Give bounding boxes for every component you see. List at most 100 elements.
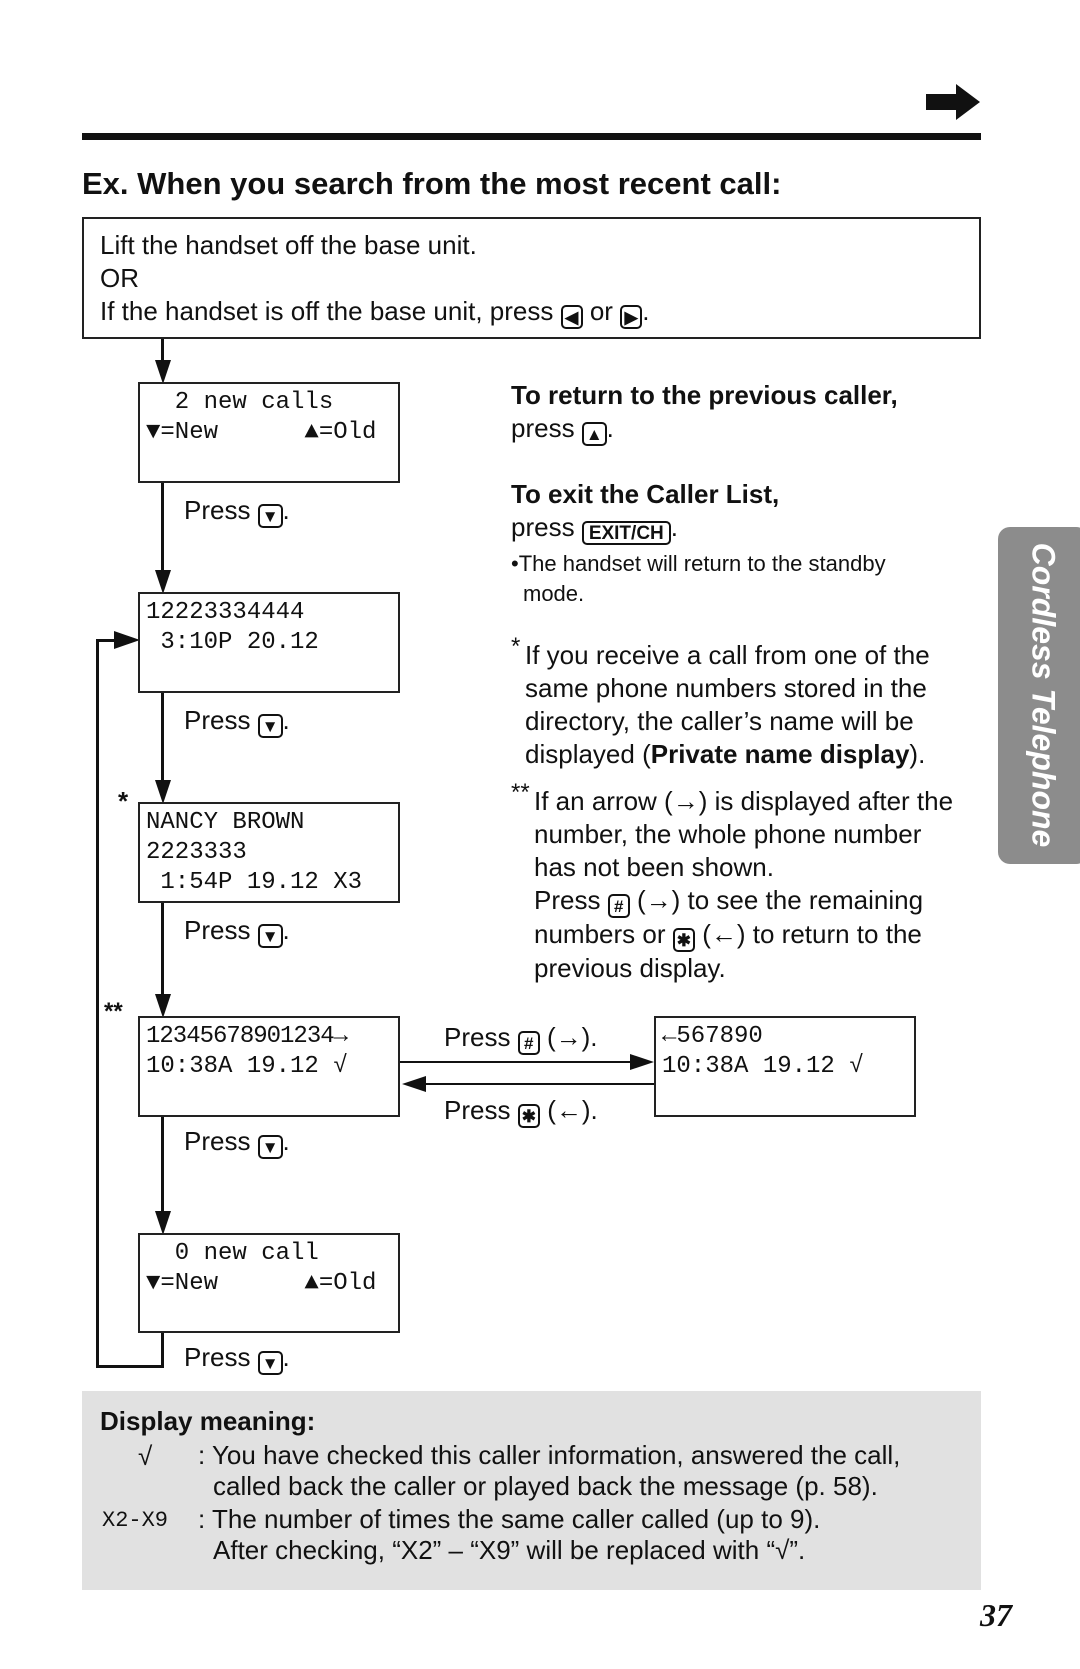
note-line: same phone numbers stored in the xyxy=(525,673,927,703)
down-key-icon: ▼ xyxy=(257,1135,283,1159)
text: (←) to return to the xyxy=(702,919,922,949)
screen-new-calls: 2 new calls ▼=New ▲=Old xyxy=(138,382,400,483)
screen-caller-1: 12223334444 3:10P 20.12 xyxy=(138,592,400,693)
flow-line xyxy=(161,692,164,787)
down-key-icon: ▼ xyxy=(257,924,283,948)
star-key-icon: ✱ xyxy=(517,1104,540,1128)
count-symbol: X2-X9 xyxy=(102,1508,169,1533)
note-1: * If you receive a call from one of the … xyxy=(511,633,981,771)
lcd-line: 12345678901234→ xyxy=(146,1023,348,1050)
start-line-1: Lift the handset off the base unit. xyxy=(100,230,477,260)
star-key-icon: ✱ xyxy=(672,928,695,952)
note-2: ** If an arrow (→) is displayed after th… xyxy=(511,779,981,985)
text: numbers or xyxy=(534,919,666,949)
side-tab-label: Cordless Telephone xyxy=(1025,542,1062,848)
note-line: Press # (→) to see the remaining xyxy=(534,884,981,918)
flow-line xyxy=(161,902,164,1002)
page-title: Ex. When you search from the most recent… xyxy=(82,166,782,201)
meaning-count: X2-X9 : The number of times the same cal… xyxy=(100,1504,963,1568)
text: Press xyxy=(184,1126,251,1156)
flow-line xyxy=(161,1332,164,1368)
screen-caller-2: NANCY BROWN 2223333 1:54P 19.12 X3 xyxy=(138,802,400,903)
footnote-marker: ** xyxy=(511,779,530,806)
page-number: 37 xyxy=(980,1597,1012,1633)
press-down-instruction: Press ▼. xyxy=(184,1342,290,1375)
return-title: To return to the previous caller, xyxy=(511,380,898,410)
exit-title: To exit the Caller List, xyxy=(511,479,780,509)
meaning-text: called back the caller or played back th… xyxy=(213,1471,878,1501)
down-key-icon: ▼ xyxy=(257,1351,283,1375)
lcd-line: NANCY BROWN xyxy=(146,809,305,836)
note-line: If you receive a call from one of the xyxy=(525,640,930,670)
meaning-check: √ : You have checked this caller informa… xyxy=(100,1440,963,1504)
press-down-instruction: Press ▼. xyxy=(184,495,290,528)
arrow-down-icon xyxy=(155,570,171,594)
arrow-down-icon xyxy=(155,780,171,804)
text: Private name display xyxy=(650,739,910,769)
arrow-down-icon xyxy=(155,360,171,384)
press-down-instruction: Press ▼. xyxy=(184,915,290,948)
press-down-instruction: Press ▼. xyxy=(184,1126,290,1159)
text: (→). xyxy=(546,1022,598,1052)
display-meaning-box: Display meaning: √ : You have checked th… xyxy=(82,1391,981,1590)
lcd-line: 2 new calls xyxy=(146,389,334,416)
right-notes: To return to the previous caller, press … xyxy=(511,379,981,985)
up-key-icon: ▲ xyxy=(581,422,607,446)
manual-page: Ex. When you search from the most recent… xyxy=(0,0,1080,1669)
start-line-3: If the handset is off the base unit, pre… xyxy=(100,296,650,329)
text: Press xyxy=(444,1022,511,1052)
note-line: has not been shown. xyxy=(534,852,774,882)
text: ). xyxy=(909,739,926,769)
start-box: Lift the handset off the base unit. OR I… xyxy=(82,217,981,339)
lcd-line: 10:38A 19.12 √ xyxy=(146,1053,348,1080)
footnote-marker: ** xyxy=(104,998,123,1025)
note-line: displayed (Private name display). xyxy=(525,738,981,771)
screen-caller-3: 12345678901234→ 10:38A 19.12 √ xyxy=(138,1016,400,1117)
lcd-line: 2223333 xyxy=(146,839,247,866)
down-key-icon: ▼ xyxy=(257,504,283,528)
note-line: directory, the caller’s name will be xyxy=(525,706,914,736)
meaning-text: After checking, “X2” – “X9” will be repl… xyxy=(213,1535,806,1565)
meaning-text: : The number of times the same caller ca… xyxy=(198,1504,821,1534)
press-down-instruction: Press ▼. xyxy=(184,705,290,738)
exit-ch-key-icon: EXIT/CH xyxy=(581,521,671,545)
lcd-line: ←567890 xyxy=(662,1023,763,1050)
section-side-tab: Cordless Telephone xyxy=(998,527,1080,864)
text: Press xyxy=(184,1342,251,1372)
screen-no-new-calls: 0 new call ▼=New ▲=Old xyxy=(138,1233,400,1333)
screen-remaining-digits: ←567890 10:38A 19.12 √ xyxy=(654,1016,916,1117)
text: (←). xyxy=(547,1095,598,1125)
lcd-line: ▼=New ▲=Old xyxy=(146,419,377,446)
text: displayed ( xyxy=(525,739,651,769)
lcd-line: 12223334444 xyxy=(146,599,305,626)
text: or xyxy=(589,296,613,326)
right-key-icon: ▶ xyxy=(620,305,643,329)
display-meaning-title: Display meaning: xyxy=(100,1406,316,1436)
lcd-line: 10:38A 19.12 √ xyxy=(662,1053,864,1080)
top-rule xyxy=(82,133,981,140)
note-line: numbers or ✱ (←) to return to the xyxy=(534,918,981,952)
start-line-2: OR xyxy=(100,263,139,293)
text: press xyxy=(511,512,575,542)
arrow-down-icon xyxy=(155,1211,171,1235)
lcd-line: 0 new call xyxy=(146,1240,319,1267)
meaning-text: : You have checked this caller informati… xyxy=(198,1440,901,1470)
footnote-marker: * xyxy=(118,786,129,816)
text: press xyxy=(511,413,575,443)
arrow-right-icon xyxy=(114,631,140,649)
press-star-instruction: Press ✱ (←). xyxy=(444,1094,598,1128)
loop-line xyxy=(96,1365,164,1368)
note-line: If an arrow (→) is displayed after the xyxy=(534,786,954,816)
footnote-marker: * xyxy=(511,633,521,660)
continue-arrow-icon xyxy=(926,84,980,120)
return-instruction: press ▲. xyxy=(511,413,614,446)
hash-key-icon: # xyxy=(607,894,630,918)
forward-back-arrows-icon xyxy=(400,1054,654,1092)
lcd-line: ▼=New ▲=Old xyxy=(146,1270,377,1297)
note-line: number, the whole phone number xyxy=(534,819,922,849)
text: Press xyxy=(184,495,251,525)
lcd-line: 1:54P 19.12 X3 xyxy=(146,869,363,896)
text: Press xyxy=(184,705,251,735)
text: (→) to see the remaining xyxy=(636,885,924,915)
flow-line xyxy=(161,482,164,577)
